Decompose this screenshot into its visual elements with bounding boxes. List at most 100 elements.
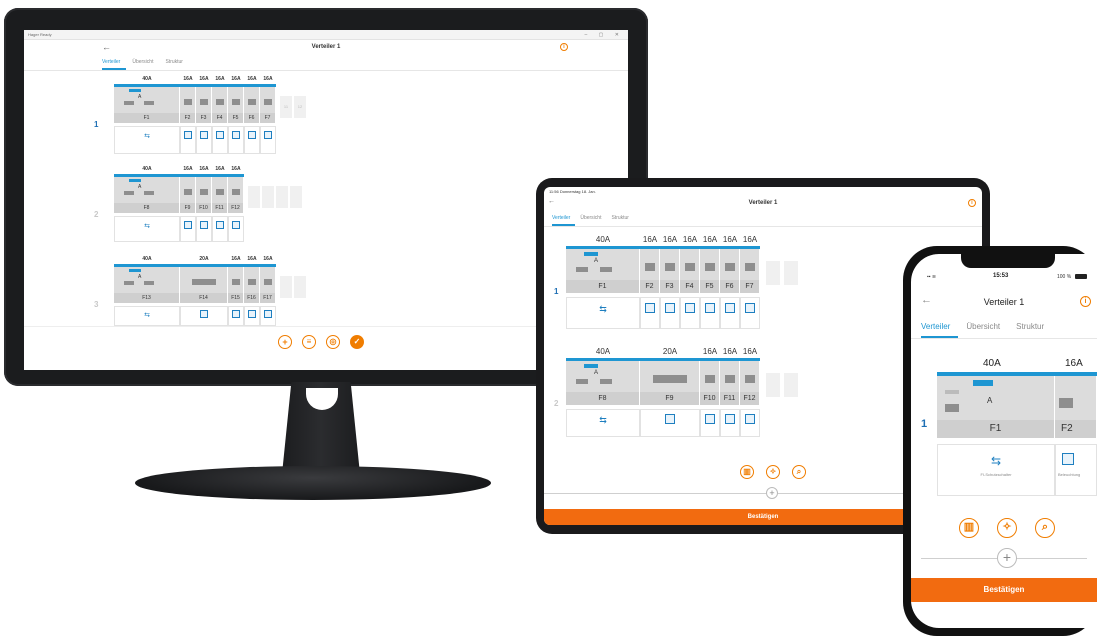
tab-struktur[interactable]: Struktur — [1008, 318, 1052, 338]
spare-slot[interactable] — [294, 276, 306, 298]
device-card[interactable] — [700, 297, 720, 329]
device-card[interactable] — [228, 306, 244, 326]
breaker[interactable]: F14 — [180, 267, 228, 303]
device-card[interactable]: Beleuchtung — [1055, 444, 1097, 496]
device-card[interactable]: ⇆ — [566, 297, 640, 329]
breaker[interactable]: F9 — [640, 361, 700, 405]
device-card[interactable] — [228, 126, 244, 154]
spare-slot[interactable] — [280, 276, 292, 298]
device-card[interactable] — [700, 409, 720, 437]
breaker-main[interactable]: A F1 — [566, 249, 640, 293]
breaker-main[interactable]: A F13 — [114, 267, 180, 303]
breaker[interactable]: F12 — [228, 177, 244, 213]
breaker[interactable]: F3 — [660, 249, 680, 293]
tab-uebersicht[interactable]: Übersicht — [126, 56, 159, 70]
device-card[interactable]: ⇆ — [114, 306, 180, 326]
tab-uebersicht[interactable]: Übersicht — [958, 318, 1008, 338]
device-card[interactable] — [740, 297, 760, 329]
breaker[interactable]: F12 — [740, 361, 760, 405]
spare-slot[interactable]: 11 — [280, 96, 292, 118]
tab-uebersicht[interactable]: Übersicht — [575, 212, 606, 226]
tab-verteiler[interactable]: Verteiler — [552, 212, 576, 226]
breaker[interactable]: F16 — [244, 267, 260, 303]
device-card[interactable] — [228, 216, 244, 242]
info-icon[interactable]: i — [1080, 296, 1091, 307]
device-card[interactable] — [720, 297, 740, 329]
device-card[interactable] — [640, 297, 660, 329]
breaker[interactable]: F6 — [244, 87, 260, 123]
device-card[interactable] — [680, 297, 700, 329]
breaker[interactable]: F5 — [700, 249, 720, 293]
lightbulb-icon[interactable]: ✧ — [766, 465, 780, 479]
breaker[interactable]: F11 — [720, 361, 740, 405]
spare-slot[interactable] — [784, 373, 798, 397]
breaker-main[interactable]: A F1 — [114, 87, 180, 123]
microphone-icon[interactable]: ⌕ — [792, 465, 806, 479]
device-card[interactable] — [260, 126, 276, 154]
add-row-icon[interactable]: + — [997, 548, 1017, 568]
device-card[interactable] — [244, 306, 260, 326]
breaker[interactable]: F5 — [228, 87, 244, 123]
info-icon[interactable]: i — [968, 199, 976, 207]
spare-slot[interactable] — [248, 186, 260, 208]
breaker[interactable]: F10 — [700, 361, 720, 405]
device-card[interactable] — [640, 409, 700, 437]
breaker[interactable]: F2 — [1055, 376, 1097, 438]
breaker-main[interactable]: A F1 — [937, 376, 1055, 438]
device-card[interactable] — [660, 297, 680, 329]
breaker[interactable]: F4 — [212, 87, 228, 123]
add-row-icon[interactable]: + — [766, 487, 778, 499]
list-icon[interactable]: ≡ — [302, 335, 316, 349]
device-card[interactable] — [196, 216, 212, 242]
spare-slot[interactable] — [290, 186, 302, 208]
breaker[interactable]: F7 — [740, 249, 760, 293]
spare-slot[interactable] — [784, 261, 798, 285]
breaker[interactable]: F2 — [640, 249, 660, 293]
confirm-button[interactable]: Bestätigen — [911, 578, 1097, 602]
tab-struktur[interactable]: Struktur — [159, 56, 189, 70]
tab-verteiler[interactable]: Verteiler — [102, 56, 127, 70]
device-card[interactable] — [720, 409, 740, 437]
breaker[interactable]: F15 — [228, 267, 244, 303]
location-icon[interactable]: ◎ — [326, 335, 340, 349]
spare-slot[interactable] — [276, 186, 288, 208]
lightbulb-icon[interactable]: ✧ — [997, 518, 1017, 538]
microphone-icon[interactable]: ⌕ — [1035, 518, 1055, 538]
device-card[interactable] — [244, 126, 260, 154]
spare-slot[interactable] — [766, 373, 780, 397]
window-controls[interactable]: – ▢ ✕ — [585, 32, 624, 38]
device-card[interactable] — [180, 216, 196, 242]
add-icon[interactable]: + — [278, 335, 292, 349]
tab-verteiler[interactable]: Verteiler — [921, 318, 959, 338]
barcode-icon[interactable]: ▥ — [959, 518, 979, 538]
spare-slot[interactable] — [262, 186, 274, 208]
device-card[interactable] — [740, 409, 760, 437]
spare-slot[interactable]: 12 — [294, 96, 306, 118]
breaker[interactable]: F7 — [260, 87, 276, 123]
breaker[interactable]: F11 — [212, 177, 228, 213]
barcode-icon[interactable]: ▥ — [740, 465, 754, 479]
breaker[interactable]: F6 — [720, 249, 740, 293]
device-card[interactable]: ⇆ — [566, 409, 640, 437]
device-card[interactable] — [212, 126, 228, 154]
breaker[interactable]: F17 — [260, 267, 276, 303]
tab-struktur[interactable]: Struktur — [606, 212, 634, 226]
breaker[interactable]: F10 — [196, 177, 212, 213]
breaker[interactable]: F4 — [680, 249, 700, 293]
breaker[interactable]: F3 — [196, 87, 212, 123]
device-card[interactable] — [180, 126, 196, 154]
device-card[interactable] — [212, 216, 228, 242]
breaker-main[interactable]: A F8 — [566, 361, 640, 405]
device-card[interactable] — [260, 306, 276, 326]
device-card[interactable] — [196, 126, 212, 154]
breaker-main[interactable]: A F8 — [114, 177, 180, 213]
device-card[interactable]: ⇆ FI-Schutzschalter — [937, 444, 1055, 496]
breaker[interactable]: F9 — [180, 177, 196, 213]
device-card[interactable]: ⇆ — [114, 126, 180, 154]
device-card[interactable]: ⇆ — [114, 216, 180, 242]
info-icon[interactable]: i — [560, 43, 568, 51]
check-icon[interactable]: ✓ — [350, 335, 364, 349]
breaker[interactable]: F2 — [180, 87, 196, 123]
spare-slot[interactable] — [766, 261, 780, 285]
device-card[interactable] — [180, 306, 228, 326]
